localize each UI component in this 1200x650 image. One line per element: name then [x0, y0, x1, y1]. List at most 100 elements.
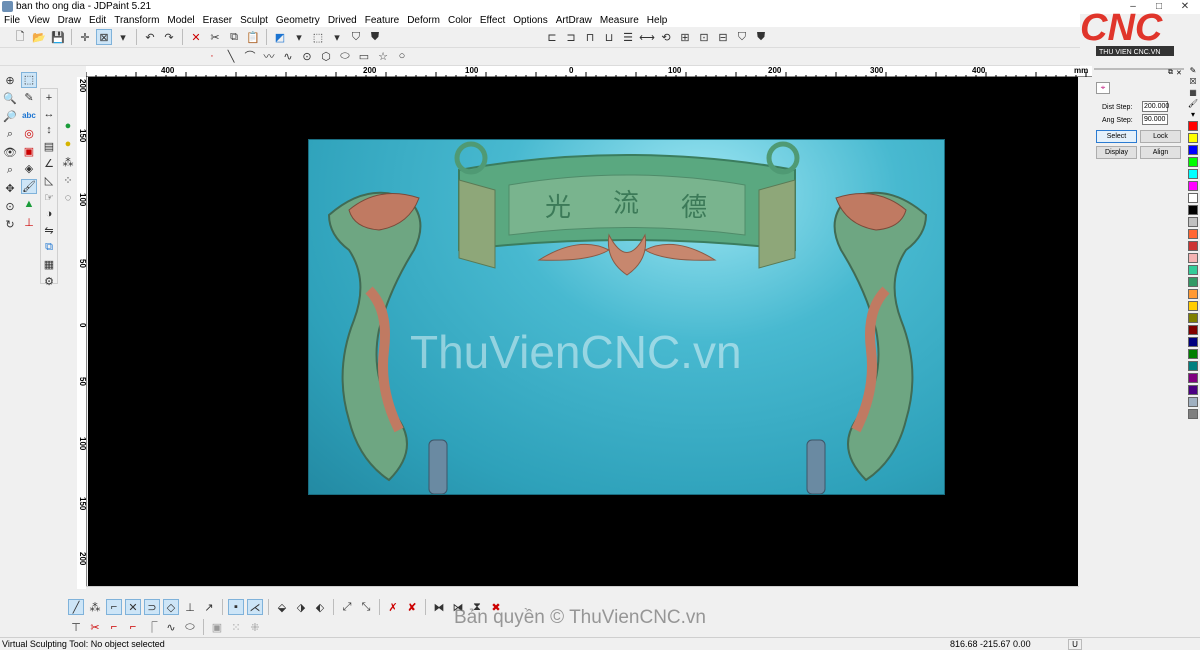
- chamfer-icon[interactable]: ⌐: [125, 619, 141, 635]
- vertical-measure-icon[interactable]: ↕: [41, 123, 57, 137]
- cut-curve-icon[interactable]: ✂: [87, 619, 103, 635]
- refresh-icon[interactable]: ↻: [2, 216, 18, 232]
- menu-view[interactable]: View: [24, 14, 54, 27]
- menu-color[interactable]: Color: [444, 14, 476, 27]
- angle-icon[interactable]: ∠: [41, 156, 57, 171]
- camera-icon[interactable]: ▤: [41, 139, 57, 154]
- circle-icon[interactable]: ○: [394, 48, 410, 64]
- point-icon[interactable]: ·: [204, 48, 220, 64]
- menu-transform[interactable]: Transform: [110, 14, 163, 27]
- node-icon[interactable]: ⁂: [87, 599, 103, 615]
- arc-icon[interactable]: ⌒: [242, 48, 258, 64]
- color-swatch[interactable]: [1188, 301, 1198, 311]
- color-swatch[interactable]: [1188, 193, 1198, 203]
- zoom-prev-icon[interactable]: ⌕: [2, 162, 18, 178]
- color-swatch[interactable]: [1188, 313, 1198, 323]
- open-file-icon[interactable]: 📂: [31, 29, 47, 45]
- paste-icon[interactable]: 📋: [245, 29, 261, 45]
- boolean-intersect-icon[interactable]: ⬖: [312, 599, 328, 615]
- toggle-icon[interactable]: ◑: [41, 207, 57, 221]
- plus-icon[interactable]: +: [41, 91, 57, 105]
- dropdown-arrow-icon[interactable]: ▾: [329, 29, 345, 45]
- group-icon[interactable]: ▣: [209, 619, 225, 635]
- star-icon[interactable]: ☆: [375, 48, 391, 64]
- menu-sculpt[interactable]: Sculpt: [236, 14, 272, 27]
- zoom-fit-icon[interactable]: ⌕: [2, 126, 18, 142]
- select-button[interactable]: Select: [1096, 130, 1137, 143]
- color-swatch[interactable]: [1188, 145, 1198, 155]
- menu-options[interactable]: Options: [509, 14, 551, 27]
- tangent-icon[interactable]: ⊃: [144, 599, 160, 615]
- offset-icon[interactable]: ⊟: [715, 29, 731, 45]
- shield-icon[interactable]: ⛉: [734, 29, 750, 45]
- smooth-curve-icon[interactable]: ∿: [163, 619, 179, 635]
- light-bulb-yellow-icon[interactable]: ●: [60, 136, 76, 152]
- color-swatch[interactable]: [1188, 133, 1198, 143]
- color-swatch[interactable]: [1188, 121, 1198, 131]
- fill-tool-icon[interactable]: ◈: [21, 161, 37, 177]
- pencil-icon[interactable]: ✎: [1190, 66, 1197, 75]
- intersect-icon[interactable]: ✕: [125, 599, 141, 615]
- color-swatch[interactable]: [1188, 277, 1198, 287]
- menu-geometry[interactable]: Geometry: [272, 14, 324, 27]
- sculpt-brush-icon[interactable]: 🖌: [21, 178, 37, 195]
- spray-icon[interactable]: ⁂: [60, 154, 76, 170]
- color-swatch[interactable]: [1188, 181, 1198, 191]
- align-button[interactable]: Align: [1140, 146, 1181, 159]
- menu-edit[interactable]: Edit: [85, 14, 110, 27]
- ellipse-icon[interactable]: ⬭: [337, 48, 353, 64]
- color-swatch[interactable]: [1188, 409, 1198, 419]
- color-swatch[interactable]: [1188, 337, 1198, 347]
- menu-measure[interactable]: Measure: [596, 14, 643, 27]
- rotate-icon[interactable]: ⟲: [658, 29, 674, 45]
- shield-filled-icon[interactable]: ⛊: [753, 29, 769, 45]
- mirror-icon[interactable]: ⟷: [639, 29, 655, 45]
- settings-icon[interactable]: ⚙: [41, 274, 57, 289]
- zoom-all-icon[interactable]: ⊙: [2, 198, 18, 214]
- bell-icon[interactable]: ▲: [21, 196, 37, 212]
- horizontal-measure-icon[interactable]: ↔: [41, 107, 57, 121]
- color-swatch[interactable]: [1188, 373, 1198, 383]
- spline-icon[interactable]: ∿: [280, 48, 296, 64]
- smudge-icon[interactable]: ⁘: [60, 172, 76, 188]
- slope-icon[interactable]: ◺: [41, 173, 57, 188]
- color-swatch[interactable]: [1188, 157, 1198, 167]
- distribute-icon[interactable]: ☰: [620, 29, 636, 45]
- menu-model[interactable]: Model: [163, 14, 198, 27]
- ungroup-icon[interactable]: ⁙: [228, 619, 244, 635]
- color-swatch[interactable]: [1188, 217, 1198, 227]
- snap-node-icon[interactable]: ⋌: [247, 599, 263, 615]
- save-icon[interactable]: 💾: [50, 29, 66, 45]
- align-left-icon[interactable]: ⊏: [544, 29, 560, 45]
- circle-point-icon[interactable]: ⊙: [299, 48, 315, 64]
- cube-icon[interactable]: ⬚: [310, 29, 326, 45]
- color-swatch[interactable]: [1188, 205, 1198, 215]
- color-swatch[interactable]: [1188, 397, 1198, 407]
- boolean-subtract-icon[interactable]: ⬗: [293, 599, 309, 615]
- color-swatch[interactable]: [1188, 229, 1198, 239]
- select-box-icon[interactable]: ⊠: [96, 29, 112, 45]
- crosshair-icon[interactable]: ✛: [77, 29, 93, 45]
- relief-model[interactable]: 光 流 德: [308, 139, 945, 495]
- undo-icon[interactable]: ↶: [142, 29, 158, 45]
- menu-eraser[interactable]: Eraser: [199, 14, 236, 27]
- layer-icon[interactable]: ⧉: [41, 240, 57, 255]
- display-button[interactable]: Display: [1096, 146, 1137, 159]
- polyline-icon[interactable]: 〰: [261, 48, 277, 64]
- color-swatch[interactable]: [1188, 349, 1198, 359]
- trim-icon[interactable]: ⤢: [339, 599, 355, 615]
- trim-multi-icon[interactable]: ⤡: [358, 599, 374, 615]
- scale-icon[interactable]: ⊡: [696, 29, 712, 45]
- menu-file[interactable]: File: [0, 14, 24, 27]
- boolean-union-icon[interactable]: ⬙: [274, 599, 290, 615]
- break-icon[interactable]: ✗: [385, 599, 401, 615]
- color-swatch[interactable]: [1188, 265, 1198, 275]
- break-multi-icon[interactable]: ✘: [404, 599, 420, 615]
- scroll-icon[interactable]: ⇋: [41, 223, 57, 238]
- color-swatch[interactable]: [1188, 325, 1198, 335]
- zoom-window-icon[interactable]: ⊕: [2, 72, 18, 88]
- eye-icon[interactable]: 👁: [2, 144, 18, 160]
- text-tool-icon[interactable]: abc: [21, 108, 37, 124]
- pan-icon[interactable]: ✥: [2, 180, 18, 196]
- ang-step-input[interactable]: 90.000: [1142, 114, 1168, 125]
